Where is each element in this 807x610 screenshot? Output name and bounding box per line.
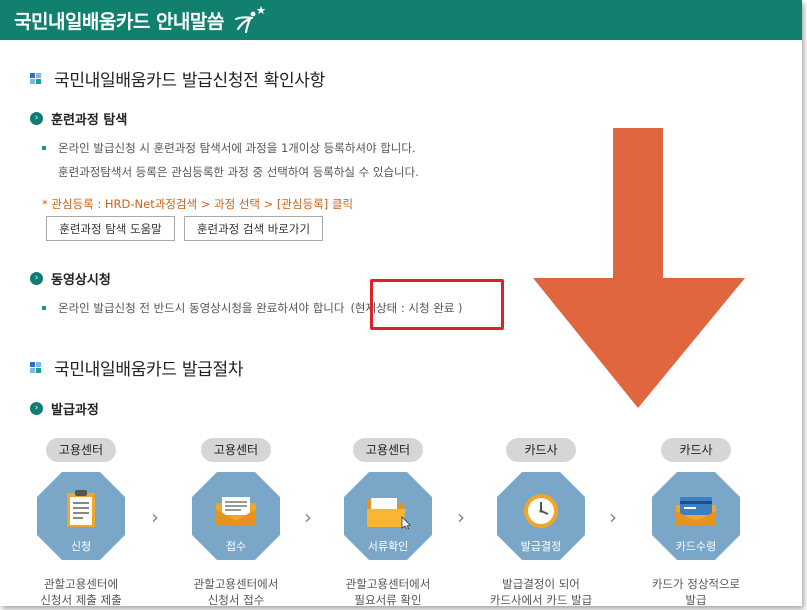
chevron-right-icon: › xyxy=(30,402,43,415)
chevron-right-icon: › xyxy=(457,505,465,529)
highlight-box xyxy=(370,279,504,330)
subheading-video: › 동영상시청 xyxy=(30,269,111,288)
section-mark-icon xyxy=(30,361,42,374)
step-agency: 고용센터 xyxy=(353,438,423,462)
step-receipt: 고용센터 접수 관할고용센터에서 신청서 접수 xyxy=(181,438,291,606)
section-heading-prerequisites: 국민내일배움카드 발급신청전 확인사항 xyxy=(30,66,325,91)
course-line2: 훈련과정탐색서 등록은 관심등록한 과정 중 선택하여 등록하실 수 있습니다. xyxy=(58,165,419,179)
clipboard-icon xyxy=(67,490,95,527)
step-label: 발급결정 xyxy=(520,540,562,553)
interest-registration-note: * 관심등록 : HRD-Net과정검색 > 과정 선택 > [관심등록] 클릭 xyxy=(42,197,354,211)
card-icon xyxy=(676,497,716,526)
bullet-course-line1: 온라인 발급신청 시 훈련과정 탐색서에 과정을 1개이상 등록하셔야 합니다. xyxy=(42,140,416,156)
step-card-receipt: 카드사 카드수령 카드가 정상적으로 발급 xyxy=(641,438,751,606)
section-mark-icon xyxy=(30,72,42,85)
course-search-link-button[interactable]: 훈련과정 검색 바로가기 xyxy=(184,216,323,241)
chevron-right-icon: › xyxy=(609,505,617,529)
step-agency: 카드사 xyxy=(506,438,576,462)
step-description: 관할고용센터에서 신청서 접수 xyxy=(193,577,279,606)
step-issuance-decision: 카드사 발급결정 발급결정이 되어 카드사에서 카드 발급 xyxy=(486,438,596,606)
step-label: 신청 xyxy=(70,540,92,553)
course-search-help-button[interactable]: 훈련과정 탐색 도움말 xyxy=(46,216,175,241)
page-title: 국민내일배움카드 안내말씀 xyxy=(14,10,224,33)
step-agency: 카드사 xyxy=(661,438,731,462)
star-person-icon xyxy=(234,6,266,34)
bullet-icon xyxy=(42,146,46,150)
down-arrow-icon xyxy=(533,128,745,408)
folder-icon xyxy=(367,498,411,529)
chevron-right-icon: › xyxy=(151,505,159,529)
chevron-right-icon: › xyxy=(30,112,43,125)
step-apply: 고용센터 신청 관할고용센터에 신청서 제출 제출 xyxy=(26,438,136,606)
chevron-right-icon: › xyxy=(30,272,43,285)
step-agency: 고용센터 xyxy=(46,438,116,462)
step-description: 카드가 정상적으로 발급 xyxy=(651,577,741,606)
subheading-course-search: › 훈련과정 탐색 xyxy=(30,109,127,128)
step-document-check: 고용센터 서류확인 관할고용센터에서 필요서류 확인 xyxy=(333,438,443,606)
envelope-icon xyxy=(216,497,256,526)
step-label: 서류확인 xyxy=(367,540,409,553)
step-label: 접수 xyxy=(225,540,247,553)
bullet-icon xyxy=(42,306,46,310)
chevron-right-icon: › xyxy=(304,505,312,529)
page-frame: 국민내일배움카드 안내말씀 국민내일배움카드 발급신청전 확인사항 › 훈련과정… xyxy=(0,0,802,606)
subheading-issuance: › 발급과정 xyxy=(30,399,99,418)
title-bar: 국민내일배움카드 안내말씀 xyxy=(0,0,802,40)
step-description: 관할고용센터에서 필요서류 확인 xyxy=(345,577,431,606)
section-heading-procedure: 국민내일배움카드 발급절차 xyxy=(30,355,243,380)
step-description: 관할고용센터에 신청서 제출 제출 xyxy=(40,577,122,606)
step-description: 발급결정이 되어 카드사에서 카드 발급 xyxy=(489,577,593,606)
step-agency: 고용센터 xyxy=(201,438,271,462)
clock-icon xyxy=(524,494,558,528)
step-label: 카드수령 xyxy=(675,540,717,553)
